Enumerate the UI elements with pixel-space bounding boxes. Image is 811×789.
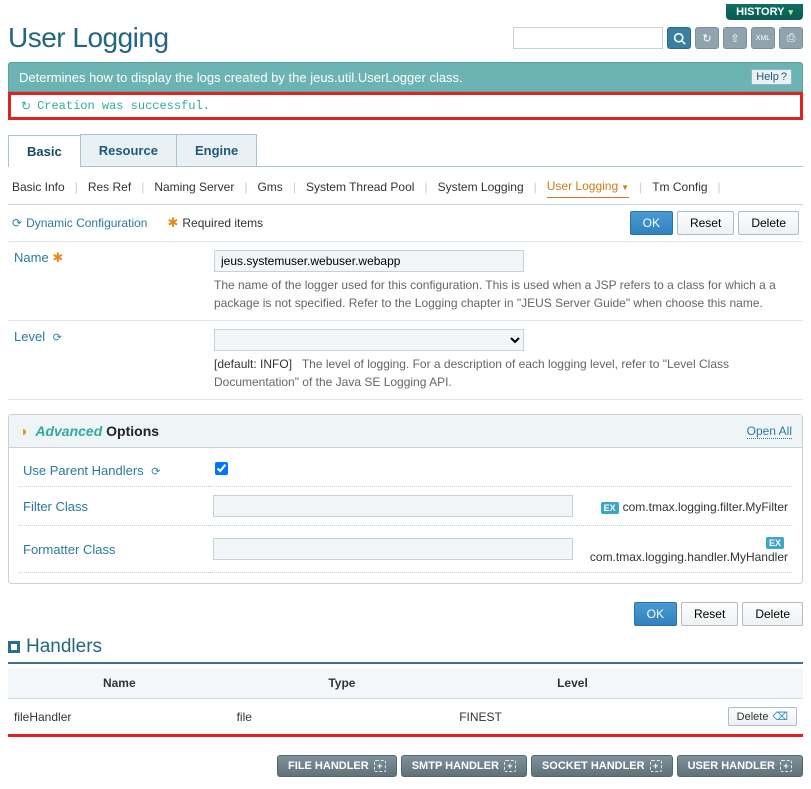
- cell-type: file: [231, 699, 454, 736]
- filter-example: com.tmax.logging.filter.MyFilter: [623, 500, 788, 514]
- tab-engine[interactable]: Engine: [176, 134, 257, 166]
- required-items-label: ✱ Required items: [167, 215, 263, 231]
- section-square-icon: [8, 641, 20, 653]
- success-icon: ↻: [21, 99, 31, 113]
- open-all-link[interactable]: Open All: [747, 424, 792, 439]
- search-input[interactable]: [513, 27, 663, 49]
- handlers-title: Handlers: [26, 636, 102, 658]
- use-parent-label: Use Parent Handlers: [23, 463, 144, 478]
- example-tag: EX: [601, 502, 619, 514]
- col-level: Level: [453, 668, 692, 699]
- advanced-options-title: ◑ Advanced Options: [19, 423, 159, 439]
- page-title: User Logging: [8, 22, 169, 54]
- subtabs: Basic Info| Res Ref| Naming Server| Gms|…: [8, 167, 803, 198]
- file-handler-button[interactable]: FILE HANDLER+: [277, 755, 397, 777]
- export-icon-button[interactable]: ⇧: [723, 27, 747, 49]
- plus-icon: +: [374, 760, 386, 772]
- tab-basic[interactable]: Basic: [8, 135, 81, 167]
- subtab-user-logging[interactable]: User Logging▼: [547, 175, 629, 198]
- help-button[interactable]: Help ?: [751, 69, 792, 85]
- subtab-gms[interactable]: Gms: [257, 176, 282, 198]
- sync-icon: ⟳: [53, 332, 62, 344]
- help-question-icon: ?: [781, 71, 787, 83]
- cell-name: fileHandler: [8, 699, 231, 736]
- sync-icon: ⟳: [151, 466, 160, 478]
- xml-icon-button[interactable]: XML: [751, 27, 775, 49]
- delete-icon: ⌫: [772, 710, 788, 723]
- ok-button[interactable]: OK: [630, 211, 673, 235]
- reset-button-2[interactable]: Reset: [681, 602, 738, 626]
- main-tabs: Basic Resource Engine: [8, 134, 803, 167]
- print-icon-button[interactable]: ⎙: [779, 27, 803, 49]
- chevron-down-icon: ▾: [788, 7, 793, 18]
- history-label: HISTORY: [736, 6, 784, 18]
- message-text: Creation was successful.: [37, 99, 210, 113]
- delete-button-2[interactable]: Delete: [742, 602, 803, 626]
- filter-class-input[interactable]: [213, 495, 573, 517]
- row-delete-button[interactable]: Delete ⌫: [728, 707, 797, 726]
- required-star-icon: ✱: [52, 250, 63, 265]
- name-help-text: The name of the logger used for this con…: [214, 276, 797, 312]
- example-tag: EX: [766, 537, 784, 549]
- table-row: fileHandler file FINEST Delete ⌫: [8, 699, 803, 736]
- advanced-icon: ◑: [19, 423, 27, 439]
- plus-icon: +: [650, 760, 662, 772]
- dropdown-arrow-icon: ▼: [621, 183, 629, 192]
- formatter-class-label: Formatter Class: [19, 526, 209, 573]
- subtab-naming-server[interactable]: Naming Server: [154, 176, 234, 198]
- subtab-system-thread-pool[interactable]: System Thread Pool: [306, 176, 415, 198]
- use-parent-checkbox[interactable]: [215, 462, 228, 475]
- formatter-example: com.tmax.logging.handler.MyHandler: [590, 550, 788, 564]
- required-star-icon: ✱: [167, 215, 178, 231]
- col-name: Name: [8, 668, 231, 699]
- socket-handler-button[interactable]: SOCKET HANDLER+: [531, 755, 673, 777]
- subtab-basic-info[interactable]: Basic Info: [12, 176, 65, 198]
- refresh-icon-button[interactable]: ↻: [695, 27, 719, 49]
- tab-resource[interactable]: Resource: [80, 134, 177, 166]
- sync-icon: ⟳: [12, 216, 22, 230]
- cell-level: FINEST: [453, 699, 692, 736]
- delete-button[interactable]: Delete: [738, 211, 799, 235]
- level-label: Level: [14, 329, 45, 344]
- name-input[interactable]: [214, 250, 524, 272]
- description-text: Determines how to display the logs creat…: [19, 70, 463, 85]
- plus-icon: +: [780, 760, 792, 772]
- filter-class-label: Filter Class: [19, 487, 209, 526]
- formatter-class-input[interactable]: [213, 538, 573, 560]
- description-panel: Determines how to display the logs creat…: [8, 62, 803, 92]
- name-label: Name: [14, 250, 49, 265]
- search-button[interactable]: [667, 27, 691, 49]
- subtab-res-ref[interactable]: Res Ref: [88, 176, 131, 198]
- ok-button-2[interactable]: OK: [634, 602, 677, 626]
- message-bar: ↻ Creation was successful.: [8, 92, 803, 120]
- dynamic-config-label: ⟳ Dynamic Configuration: [12, 216, 147, 230]
- history-button[interactable]: HISTORY ▾: [726, 4, 803, 20]
- subtab-tm-config[interactable]: Tm Config: [652, 176, 707, 198]
- level-help-text: [default: INFO] The level of logging. Fo…: [214, 355, 797, 391]
- level-select[interactable]: [214, 329, 524, 351]
- subtab-system-logging[interactable]: System Logging: [438, 176, 524, 198]
- col-type: Type: [231, 668, 454, 699]
- user-handler-button[interactable]: USER HANDLER+: [677, 755, 803, 777]
- reset-button[interactable]: Reset: [677, 211, 734, 235]
- smtp-handler-button[interactable]: SMTP HANDLER+: [401, 755, 527, 777]
- plus-icon: +: [504, 760, 516, 772]
